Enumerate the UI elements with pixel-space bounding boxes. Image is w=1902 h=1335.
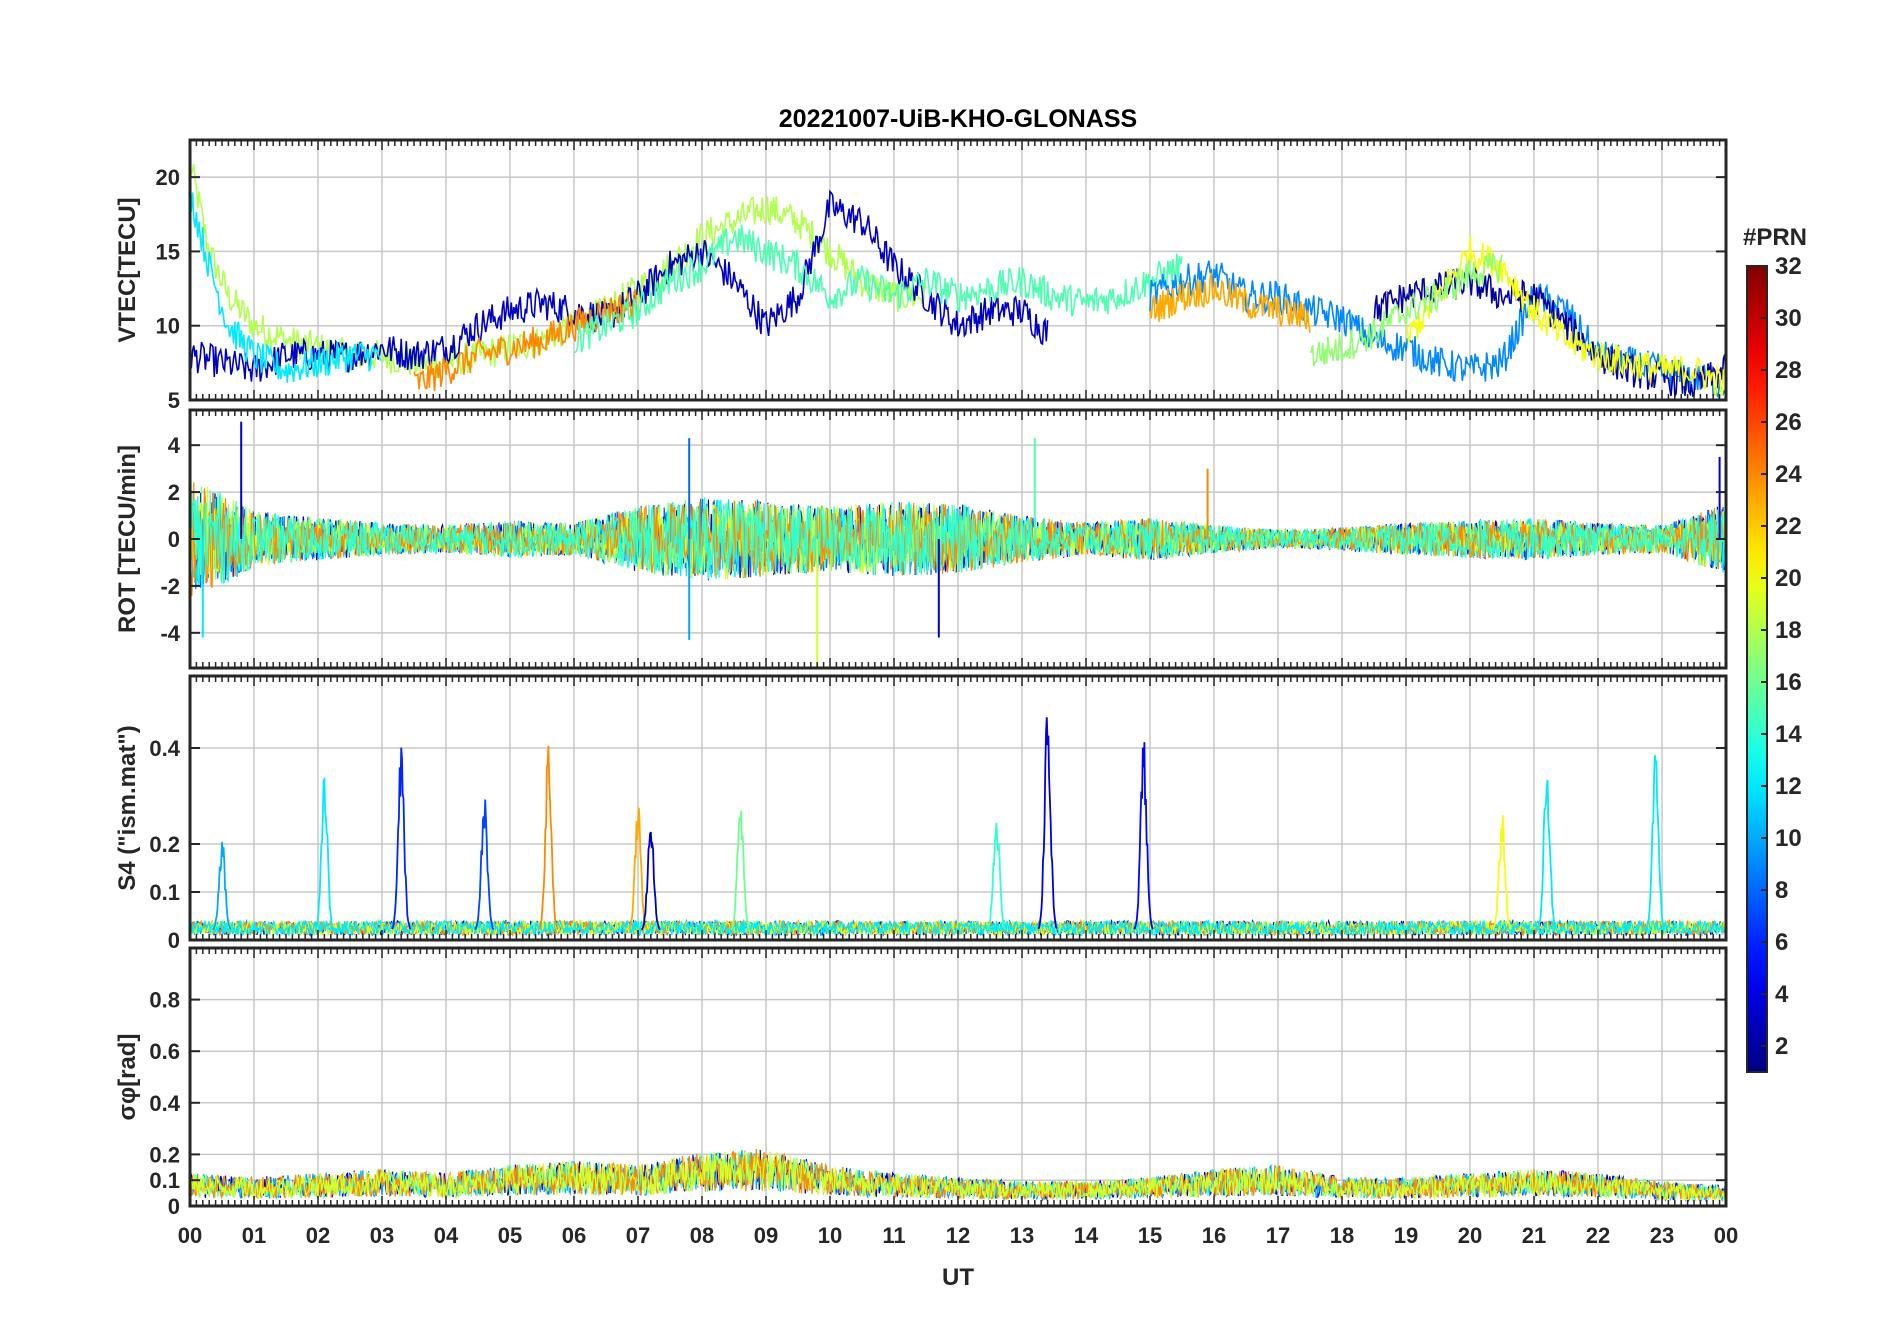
series-prn-24 xyxy=(413,289,639,392)
y-tick-label: 0.4 xyxy=(149,1091,180,1116)
x-tick-label: 10 xyxy=(818,1223,842,1248)
x-tick-label: 01 xyxy=(242,1223,266,1248)
panel-sigma_phi: 00.10.2 0.4 0.6 0.8 σφ[rad] xyxy=(114,946,1728,1219)
x-tick-label: 13 xyxy=(1010,1223,1034,1248)
peak-prn-24 xyxy=(538,745,559,930)
y-axis-label-sigma_phi: σφ[rad] xyxy=(114,1034,141,1121)
x-tick-label: 04 xyxy=(434,1223,459,1248)
y-axis-label-vtec: VTEC[TECU] xyxy=(114,197,141,342)
y-tick-label: -2 xyxy=(160,574,180,599)
x-tick-label: 08 xyxy=(690,1223,714,1248)
y-tick-label: 0.6 xyxy=(149,1039,180,1064)
peak-prn-7 xyxy=(474,799,495,931)
colorbar-tick-label: 22 xyxy=(1775,513,1802,540)
y-tick-label: 0.2 xyxy=(149,832,180,857)
chart-title: 20221007-UiB-KHO-GLONASS xyxy=(779,105,1137,133)
y-tick-label: 5 xyxy=(168,388,180,413)
y-tick-label: 0.8 xyxy=(149,988,180,1013)
x-tick-label: 09 xyxy=(754,1223,778,1248)
y-tick-label: 0 xyxy=(168,527,180,552)
y-tick-label: 0 xyxy=(168,928,180,953)
y-axis-label-s4: S4 ("ism.mat") xyxy=(114,725,141,890)
x-tick-label: 22 xyxy=(1586,1223,1610,1248)
x-tick-label: 21 xyxy=(1522,1223,1546,1248)
colorbar-gradient xyxy=(1746,265,1768,1073)
x-tick-label: 14 xyxy=(1074,1223,1099,1248)
panel-s4: 0 0.1 0.2 0.4 S4 ("ism.mat") xyxy=(114,674,1728,953)
peak-prn-20 xyxy=(1492,815,1512,931)
y-tick-label: 0.4 xyxy=(149,736,180,761)
colorbar-tick-label: 26 xyxy=(1775,409,1802,436)
panel-rot: -4 -2 0 2 4 ROT [TECU/min] xyxy=(114,408,1728,670)
peak-prn-12 xyxy=(1536,779,1557,930)
peak-prn-10 xyxy=(212,841,232,931)
colorbar-tick-label: 30 xyxy=(1775,305,1802,332)
y-tick-label: 0 xyxy=(168,1194,180,1219)
colorbar: #PRN 2468101214161820222426283032 xyxy=(1743,224,1807,1073)
y-tick-label: 0.2 xyxy=(149,1142,180,1167)
x-tick-label: 17 xyxy=(1266,1223,1290,1248)
y-tick-label: 20 xyxy=(156,165,180,190)
y-tick-label: 10 xyxy=(156,314,180,339)
colorbar-tick-label: 16 xyxy=(1775,669,1802,696)
figure-svg: 20221007-UiB-KHO-GLONASS 5101520VTEC[TEC… xyxy=(114,105,1807,1291)
x-tick-label: 16 xyxy=(1202,1223,1226,1248)
x-tick-label: 03 xyxy=(370,1223,394,1248)
colorbar-tick-label: 14 xyxy=(1775,721,1802,748)
x-tick-label: 15 xyxy=(1138,1223,1162,1248)
y-tick-label: 0.1 xyxy=(149,880,180,905)
x-axis-label: UT xyxy=(942,1264,974,1291)
colorbar-tick-label: 2 xyxy=(1775,1033,1788,1060)
x-tick-label: 12 xyxy=(946,1223,970,1248)
x-tick-label: 11 xyxy=(882,1223,905,1248)
y-tick-label: 4 xyxy=(168,433,181,458)
colorbar-label: #PRN xyxy=(1743,224,1807,251)
colorbar-tick-label: 18 xyxy=(1775,617,1802,644)
x-tick-label: 19 xyxy=(1394,1223,1418,1248)
x-tick-label: 18 xyxy=(1330,1223,1354,1248)
colorbar-tick-label: 32 xyxy=(1775,253,1802,280)
x-tick-label: 02 xyxy=(306,1223,330,1248)
y-tick-label: 2 xyxy=(168,480,180,505)
x-tick-label: 05 xyxy=(498,1223,522,1248)
peak-prn-16 xyxy=(730,810,751,931)
x-tick-label: 00 xyxy=(1714,1223,1738,1248)
colorbar-tick-label: 12 xyxy=(1775,773,1802,800)
colorbar-tick-label: 28 xyxy=(1775,357,1802,384)
colorbar-tick-label: 8 xyxy=(1775,877,1788,904)
x-tick-label: 00 xyxy=(178,1223,202,1248)
y-tick-label: -4 xyxy=(160,621,180,646)
y-tick-label: 0.1 xyxy=(149,1168,180,1193)
panel-vtec: 5 10 15 20 VTEC[TECU] xyxy=(114,138,1728,413)
series-prn-18 xyxy=(190,157,927,379)
peak-prn-3 xyxy=(640,831,661,931)
x-tick-label: 23 xyxy=(1650,1223,1674,1248)
x-tick-label: 20 xyxy=(1458,1223,1482,1248)
peak-prn-6 xyxy=(391,747,412,930)
colorbar-tick-label: 10 xyxy=(1775,825,1802,852)
x-tick-label: 06 xyxy=(562,1223,586,1248)
y-axis-label-rot: ROT [TECU/min] xyxy=(114,445,141,633)
peak-prn-4 xyxy=(1037,717,1058,930)
colorbar-tick-label: 20 xyxy=(1775,565,1802,592)
colorbar-tick-label: 24 xyxy=(1775,461,1802,488)
x-tick-label: 07 xyxy=(626,1223,650,1248)
colorbar-tick-label: 4 xyxy=(1775,981,1789,1008)
figure: 20221007-UiB-KHO-GLONASS 5 10 15 20 VTEC[TEC… xyxy=(0,0,1902,1330)
y-tick-label: 15 xyxy=(156,239,180,264)
colorbar-tick-label: 6 xyxy=(1775,929,1788,956)
peak-prn-14 xyxy=(986,822,1007,931)
